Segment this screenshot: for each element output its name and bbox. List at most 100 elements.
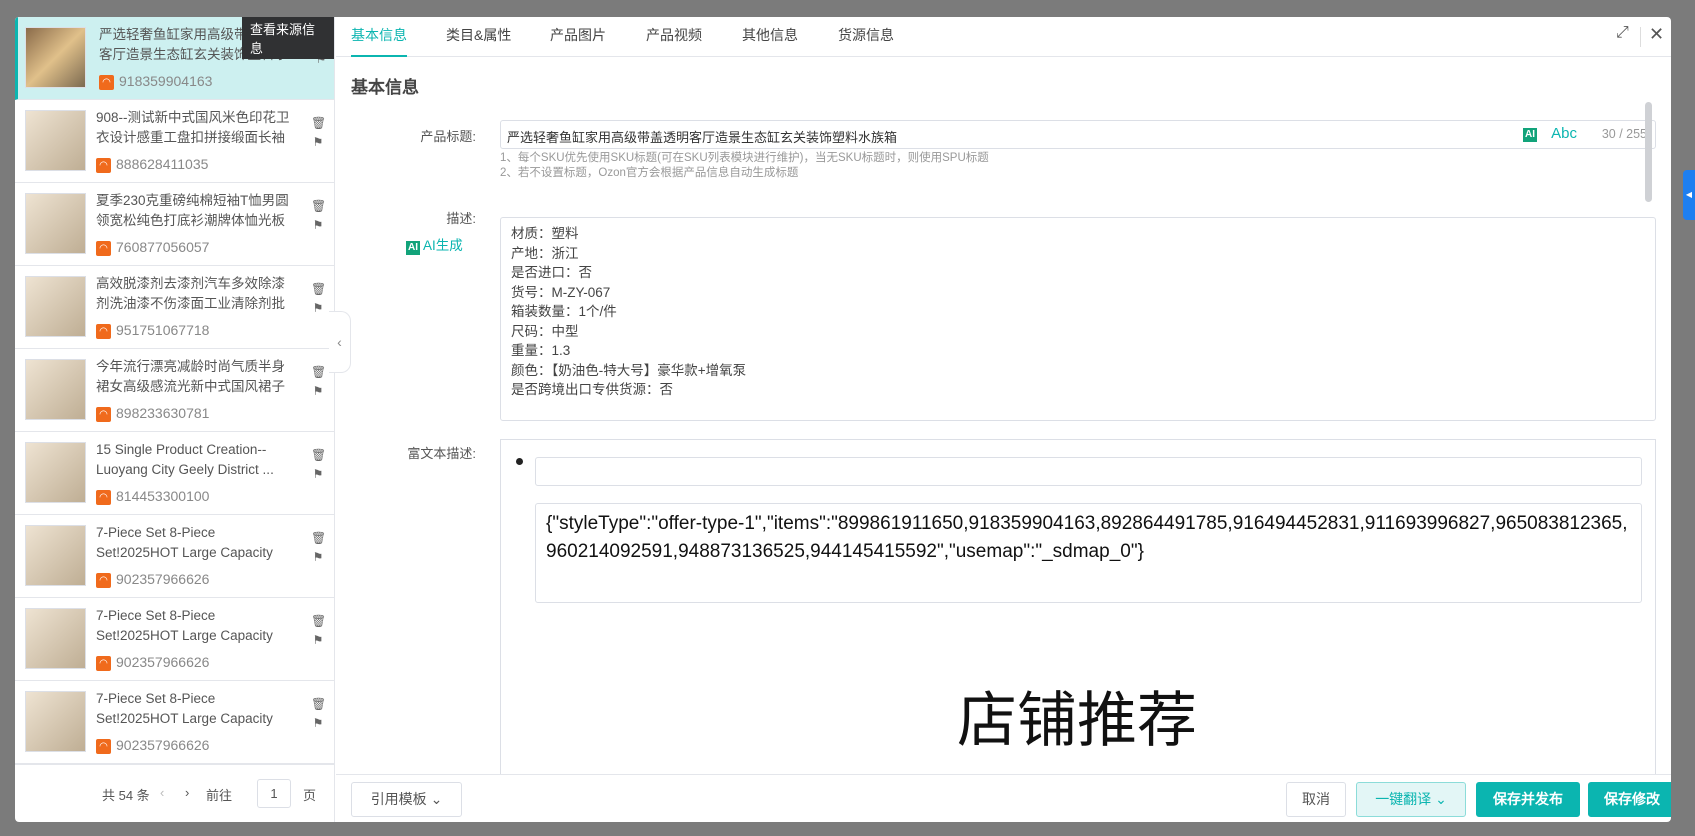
next-page-button[interactable]: › bbox=[185, 785, 189, 800]
title-input[interactable]: 严选轻奢鱼缸家用高级带盖透明客厅造景生态缸玄关装饰塑料水族箱 AI Abc 30… bbox=[500, 120, 1656, 149]
product-list-item[interactable]: 7-Piece Set 8-Piece Set!2025HOT Large Ca… bbox=[15, 515, 334, 598]
tab-video[interactable]: 产品视频 bbox=[646, 17, 702, 57]
rich-desc-label: 富文本描述: bbox=[407, 446, 476, 461]
title-value: 严选轻奢鱼缸家用高级带盖透明客厅造景生态缸玄关装饰塑料水族箱 bbox=[507, 130, 898, 145]
product-title: 908--测试新中式国风米色印花卫衣设计感重工盘扣拼接缎面长袖T恤... bbox=[96, 110, 290, 145]
char-count: 30 / 255 bbox=[1601, 127, 1647, 141]
rich-json-field[interactable]: {"styleType":"offer-type-1","items":"899… bbox=[535, 503, 1642, 603]
source-info-tooltip: 查看来源信息 bbox=[242, 17, 334, 59]
1688-source-icon: ◠ bbox=[96, 158, 111, 173]
abc-button[interactable]: Abc bbox=[1551, 125, 1577, 142]
product-id: 760877056057 bbox=[116, 239, 210, 255]
prev-page-button[interactable]: ‹ bbox=[160, 785, 164, 800]
ai-icon: AI bbox=[406, 241, 420, 255]
save-button[interactable]: 保存修改 bbox=[1588, 782, 1671, 817]
product-list-item[interactable]: 夏季230克重磅纯棉短袖T恤男圆领宽松纯色打底衫潮牌体恤光板批发 ◠ 76087… bbox=[15, 183, 334, 266]
flag-icon[interactable]: ⚑ bbox=[311, 133, 325, 152]
1688-source-icon: ◠ bbox=[96, 407, 111, 422]
fullscreen-icon[interactable]: ⤢ bbox=[1616, 24, 1629, 42]
product-title: 高效脱漆剂去漆剂汽车多效除漆剂洗油漆不伤漆面工业清除剂批发 bbox=[96, 276, 285, 311]
product-id: 902357966626 bbox=[116, 654, 210, 670]
product-title: 7-Piece Set 8-Piece Set!2025HOT Large Ca… bbox=[96, 525, 273, 560]
flag-icon[interactable]: ⚑ bbox=[311, 465, 325, 484]
product-list: 查看来源信息 严选轻奢鱼缸家用高级带盖透明客厅造景生态缸玄关装饰塑料水族箱 ◠ … bbox=[15, 17, 335, 822]
tab-other[interactable]: 其他信息 bbox=[742, 17, 798, 57]
1688-source-icon: ◠ bbox=[96, 656, 111, 671]
delete-icon[interactable]: 🗑 bbox=[311, 114, 326, 133]
page-unit: 页 bbox=[303, 788, 317, 803]
collapse-list-button[interactable]: ‹ bbox=[329, 311, 351, 373]
cancel-button[interactable]: 取消 bbox=[1286, 782, 1346, 817]
product-list-item[interactable]: 今年流行漂亮减龄时尚气质半身裙女高级感流光新中式国风裙子小众 ◠ 8982336… bbox=[15, 349, 334, 432]
product-title: 7-Piece Set 8-Piece Set!2025HOT Large Ca… bbox=[96, 608, 273, 643]
tab-images[interactable]: 产品图片 bbox=[550, 17, 606, 57]
delete-icon[interactable]: 🗑 bbox=[311, 197, 326, 216]
product-id: 888628411035 bbox=[116, 156, 209, 172]
product-list-item[interactable]: 7-Piece Set 8-Piece Set!2025HOT Large Ca… bbox=[15, 681, 334, 764]
desc-label: 描述: bbox=[446, 211, 476, 226]
delete-icon[interactable]: 🗑 bbox=[311, 363, 326, 382]
ai-generate-button[interactable]: AI AI生成 bbox=[406, 234, 463, 255]
flag-icon[interactable]: ⚑ bbox=[311, 548, 325, 567]
rich-empty-field[interactable] bbox=[535, 457, 1642, 486]
flag-icon[interactable]: ⚑ bbox=[311, 299, 325, 318]
product-thumbnail bbox=[25, 608, 86, 669]
close-icon[interactable]: ✕ bbox=[1649, 24, 1664, 45]
delete-icon[interactable]: 🗑 bbox=[311, 280, 326, 299]
product-list-item[interactable]: 15 Single Product Creation--Luoyang City… bbox=[15, 432, 334, 515]
total-count: 共 54 条 bbox=[102, 788, 150, 803]
delete-icon[interactable]: 🗑 bbox=[311, 529, 326, 548]
title-label: 产品标题: bbox=[420, 129, 476, 144]
product-id: 814453300100 bbox=[116, 488, 210, 504]
1688-source-icon: ◠ bbox=[96, 324, 111, 339]
product-title: 15 Single Product Creation--Luoyang City… bbox=[96, 442, 274, 477]
product-id: 902357966626 bbox=[116, 571, 210, 587]
1688-source-icon: ◠ bbox=[96, 241, 111, 256]
1688-source-icon: ◠ bbox=[96, 739, 111, 754]
rich-text-editor[interactable]: {"styleType":"offer-type-1","items":"899… bbox=[500, 439, 1656, 774]
tab-category[interactable]: 类目&属性 bbox=[446, 17, 511, 57]
side-drawer-toggle[interactable]: ◀ bbox=[1683, 170, 1695, 220]
flag-icon[interactable]: ⚑ bbox=[311, 382, 325, 401]
flag-icon[interactable]: ⚑ bbox=[311, 216, 325, 235]
product-title: 夏季230克重磅纯棉短袖T恤男圆领宽松纯色打底衫潮牌体恤光板批发 bbox=[96, 193, 289, 228]
form-area: 基本信息 产品标题: 严选轻奢鱼缸家用高级带盖透明客厅造景生态缸玄关装饰塑料水族… bbox=[336, 58, 1656, 774]
delete-icon[interactable]: 🗑 bbox=[311, 446, 326, 465]
goto-label: 前往 bbox=[206, 788, 233, 803]
1688-source-icon: ◠ bbox=[99, 75, 114, 90]
store-recommend-image: 店铺推荐 bbox=[957, 687, 1197, 754]
section-title: 基本信息 bbox=[351, 78, 419, 97]
scrollbar[interactable] bbox=[1645, 102, 1652, 202]
product-id: 898233630781 bbox=[116, 405, 210, 421]
bullet bbox=[516, 458, 523, 465]
save-publish-button[interactable]: 保存并发布 bbox=[1476, 782, 1580, 817]
product-list-item[interactable]: 908--测试新中式国风米色印花卫衣设计感重工盘扣拼接缎面长袖T恤... ◠ 8… bbox=[15, 100, 334, 183]
title-hint-1: 1、每个SKU优先使用SKU标题(可在SKU列表模块进行维护)，当无SKU标题时… bbox=[500, 152, 989, 164]
product-id: 902357966626 bbox=[116, 737, 210, 753]
translate-dropdown[interactable]: 一键翻译 ⌄ bbox=[1356, 782, 1466, 817]
description-textarea[interactable]: 材质：塑料 产地：浙江 是否进口：否 货号：M-ZY-067 箱装数量：1个/件… bbox=[500, 217, 1656, 421]
delete-icon[interactable]: 🗑 bbox=[311, 612, 326, 631]
flag-icon[interactable]: ⚑ bbox=[311, 714, 325, 733]
1688-source-icon: ◠ bbox=[96, 490, 111, 505]
product-thumbnail bbox=[25, 276, 86, 337]
template-dropdown[interactable]: 引用模板 ⌄ bbox=[351, 782, 462, 817]
tab-source[interactable]: 货源信息 bbox=[838, 17, 894, 57]
tab-basic-info[interactable]: 基本信息 bbox=[351, 17, 407, 57]
product-title: 7-Piece Set 8-Piece Set!2025HOT Large Ca… bbox=[96, 691, 273, 726]
1688-source-icon: ◠ bbox=[96, 573, 111, 588]
product-list-item[interactable]: 7-Piece Set 8-Piece Set!2025HOT Large Ca… bbox=[15, 598, 334, 681]
product-title: 今年流行漂亮减龄时尚气质半身裙女高级感流光新中式国风裙子小众 bbox=[96, 359, 285, 394]
page-input[interactable]: 1 bbox=[257, 779, 291, 808]
ai-icon[interactable]: AI bbox=[1523, 128, 1537, 142]
footer-bar: 引用模板 ⌄ 取消 一键翻译 ⌄ 保存并发布 保存修改 bbox=[336, 774, 1671, 822]
delete-icon[interactable]: 🗑 bbox=[311, 695, 326, 714]
flag-icon[interactable]: ⚑ bbox=[311, 631, 325, 650]
product-thumbnail bbox=[25, 691, 86, 752]
product-thumbnail bbox=[25, 525, 86, 586]
product-list-item[interactable]: 高效脱漆剂去漆剂汽车多效除漆剂洗油漆不伤漆面工业清除剂批发 ◠ 95175106… bbox=[15, 266, 334, 349]
product-thumbnail bbox=[25, 193, 86, 254]
tab-bar: 基本信息 类目&属性 产品图片 产品视频 其他信息 货源信息 ⤢ ✕ bbox=[336, 17, 1671, 57]
product-thumbnail bbox=[25, 359, 86, 420]
ai-generate-label: AI生成 bbox=[423, 238, 463, 253]
